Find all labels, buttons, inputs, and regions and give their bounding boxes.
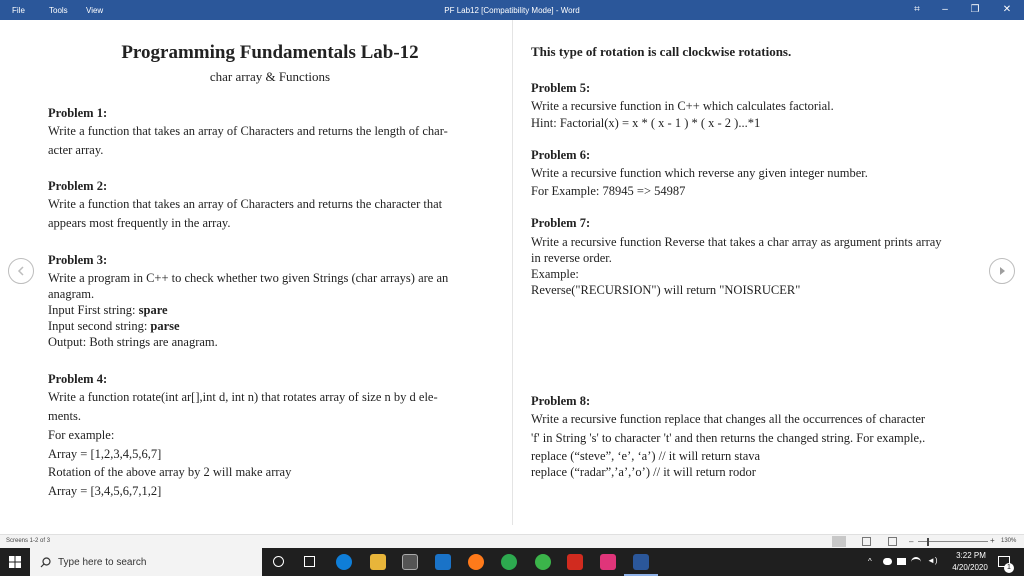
- minimize-button[interactable]: –: [932, 2, 958, 18]
- screens-count: Screens 1-2 of 3: [6, 538, 51, 544]
- problem-2-heading: Problem 2:: [48, 179, 108, 193]
- search-placeholder: Type here to search: [58, 557, 147, 568]
- next-screen-button[interactable]: [989, 258, 1015, 284]
- problem-1-text: Write a function that takes an array of …: [48, 124, 448, 138]
- problem-8-text: Write a recursive function replace that …: [531, 412, 926, 426]
- mail-icon[interactable]: [435, 554, 451, 570]
- problem-3-output: Output: Both strings are anagram.: [48, 335, 218, 349]
- clock-date[interactable]: 4/20/2020: [946, 563, 994, 572]
- file-explorer-icon[interactable]: [370, 554, 386, 570]
- notification-count-badge: 1: [1004, 563, 1014, 573]
- input-label: Input second string:: [48, 319, 151, 333]
- cortana-icon[interactable]: [273, 556, 284, 567]
- problem-4-heading: Problem 4:: [48, 372, 108, 386]
- input-label: Input First string:: [48, 303, 139, 317]
- chevron-left-icon: [17, 266, 24, 276]
- page-subtitle: char array & Functions: [209, 69, 331, 84]
- windows-start-icon[interactable]: [9, 556, 21, 568]
- zoom-out-icon[interactable]: –: [909, 537, 913, 546]
- taskbar-search[interactable]: Type here to search: [30, 548, 262, 576]
- page-divider: [512, 20, 513, 525]
- problem-3-text: Write a program in C++ to check whether …: [48, 271, 449, 285]
- problem-4-text: Write a function rotate(int ar[],int d, …: [48, 390, 438, 404]
- problem-6-text: For Example: 78945 => 54987: [531, 184, 686, 198]
- edge-icon[interactable]: [336, 554, 352, 570]
- store-icon[interactable]: [402, 554, 418, 570]
- problem-4-text: For example:: [48, 428, 115, 442]
- problem-8-heading: Problem 8:: [531, 394, 591, 408]
- rotation-note: This type of rotation is call clockwise …: [531, 44, 792, 59]
- zoom-level[interactable]: 130%: [1001, 538, 1016, 544]
- volume-icon[interactable]: ◄): [927, 556, 938, 565]
- problem-3-heading: Problem 3:: [48, 253, 108, 267]
- phone-app-icon[interactable]: [535, 554, 551, 570]
- title-bar: File Tools View PF Lab12 [Compatibility …: [0, 0, 1024, 20]
- problem-2-text: appears most frequently in the array.: [48, 216, 231, 230]
- read-mode-icon[interactable]: [832, 536, 846, 547]
- status-bar: Screens 1-2 of 3 – + 130%: [0, 534, 1024, 548]
- problem-1-text: acter array.: [48, 143, 104, 157]
- taskbar: Type here to search ^ ◄) 3:22 PM 4/20/20…: [0, 548, 1024, 576]
- firefox-icon[interactable]: [468, 554, 484, 570]
- zoom-in-icon[interactable]: +: [990, 536, 995, 545]
- problem-4-text: ments.: [48, 409, 81, 423]
- battery-icon[interactable]: [897, 558, 906, 565]
- problem-7-text: Reverse("RECURSION") will return "NOISRU…: [531, 283, 801, 297]
- chrome-icon[interactable]: [501, 554, 517, 570]
- problem-1-heading: Problem 1:: [48, 106, 108, 120]
- problem-4-text: Rotation of the above array by 2 will ma…: [48, 465, 292, 479]
- zoom-slider-thumb[interactable]: [927, 538, 929, 546]
- problem-8-text: 'f' in String 's' to character 't' and t…: [531, 431, 926, 445]
- chevron-up-icon[interactable]: ^: [868, 557, 872, 566]
- acrobat-icon[interactable]: [567, 554, 583, 570]
- input-value: parse: [150, 319, 180, 333]
- restore-button[interactable]: ❐: [962, 2, 988, 18]
- problem-2-text: Write a function that takes an array of …: [48, 197, 443, 211]
- window-title: PF Lab12 [Compatibility Mode] - Word: [444, 6, 580, 15]
- previous-screen-button[interactable]: [8, 258, 34, 284]
- web-layout-icon[interactable]: [888, 537, 897, 546]
- problem-8-text: replace (“radar”,’a’,’o’) // it will ret…: [531, 465, 756, 479]
- print-layout-icon[interactable]: [862, 537, 871, 546]
- problem-6-text: Write a recursive function which reverse…: [531, 166, 868, 180]
- close-button[interactable]: ✕: [994, 2, 1020, 18]
- play-icon: [1000, 267, 1005, 275]
- input-value: spare: [138, 303, 168, 317]
- problem-5-heading: Problem 5:: [531, 81, 591, 95]
- problem-4-text: Array = [1,2,3,4,5,6,7]: [48, 447, 162, 461]
- search-icon: [40, 557, 51, 568]
- problem-7-heading: Problem 7:: [531, 216, 591, 230]
- word-icon[interactable]: [633, 554, 649, 570]
- task-view-icon[interactable]: [304, 556, 315, 567]
- app-icon[interactable]: [600, 554, 616, 570]
- onedrive-icon[interactable]: [883, 558, 892, 565]
- problem-4-text: Array = [3,4,5,6,7,1,2]: [48, 484, 162, 498]
- fullscreen-toggle-icon[interactable]: ⌗: [904, 2, 930, 18]
- problem-6-heading: Problem 6:: [531, 148, 591, 162]
- problem-5-hint: Hint: Factorial(x) = x * ( x - 1 ) * ( x…: [531, 116, 761, 130]
- wifi-icon[interactable]: [911, 557, 921, 566]
- clock-time[interactable]: 3:22 PM: [950, 551, 992, 560]
- page-title: Programming Fundamentals Lab-12: [121, 42, 419, 63]
